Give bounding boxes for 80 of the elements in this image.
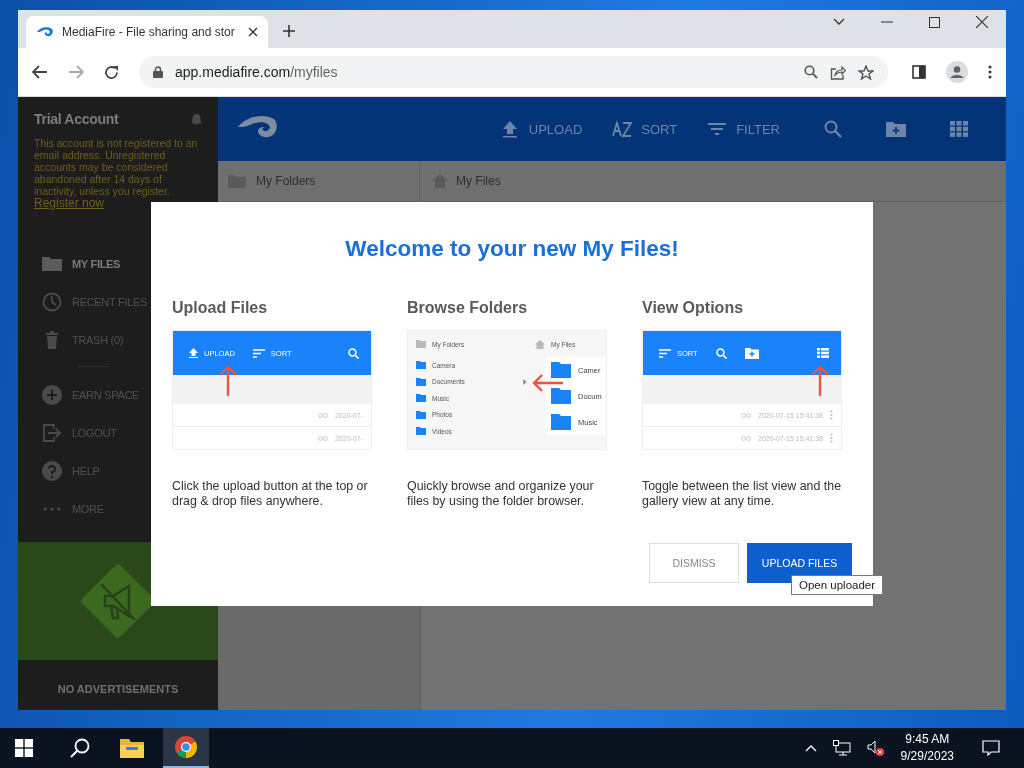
toolbar-button[interactable]: SORT (612, 120, 678, 138)
folder-icon (551, 362, 571, 378)
back-icon[interactable] (32, 65, 48, 79)
maximize-icon[interactable] (929, 16, 940, 28)
new-folder-icon (744, 347, 759, 359)
lock-icon (153, 66, 163, 78)
profile-icon[interactable] (946, 61, 968, 83)
help-icon (42, 461, 62, 481)
address-bar[interactable]: app.mediafire.com/myfiles (139, 56, 888, 88)
kebab-icon (830, 410, 833, 420)
search-icon (348, 347, 359, 359)
folder-icon (416, 340, 426, 348)
network-icon[interactable] (832, 740, 851, 756)
tooltip: Open uploader (791, 575, 884, 595)
browser-tab[interactable]: MediaFire - File sharing and stor (26, 16, 268, 48)
search-icon[interactable] (70, 738, 90, 758)
section-description: Quickly browse and organize your files by using the folder browser. (407, 479, 595, 509)
sort-icon (612, 120, 633, 138)
sort-icon (659, 348, 671, 358)
new-tab-icon[interactable] (282, 24, 296, 38)
flame-icon (36, 26, 54, 38)
arrow-icon (811, 365, 829, 397)
menu-icon[interactable] (988, 65, 992, 79)
account-notice: This account is not registered to an email address. Unregistered accounts may be considered abandoned after 14 days of inactivity, unless you register. Register now (34, 137, 199, 209)
logout-icon (42, 423, 62, 443)
link-icon (317, 412, 328, 418)
dialog-title: Welcome to your new My Files! (344, 236, 680, 262)
arrow-icon (532, 374, 564, 392)
upload-icon (189, 348, 198, 358)
link-icon (317, 435, 328, 441)
taskbar-button[interactable] (163, 728, 209, 768)
search-icon[interactable] (804, 65, 818, 79)
chevron-right-icon (523, 378, 527, 385)
link-icon (741, 412, 751, 418)
reload-icon[interactable] (104, 64, 119, 80)
side-panel-icon[interactable] (912, 65, 926, 79)
dismiss-button[interactable]: DISMISS (649, 543, 739, 583)
folder-icon (551, 414, 571, 430)
clock-time[interactable]: 9:45 AM (905, 731, 950, 748)
close-icon[interactable] (248, 27, 258, 37)
kebab-icon (830, 433, 833, 443)
grid-icon[interactable] (950, 121, 968, 137)
toolbar-button[interactable]: FILTER (707, 120, 780, 138)
folder-icon (42, 254, 62, 274)
dots-icon (42, 507, 62, 511)
promo-caption: NO ADVERTISEMENTS (56, 683, 180, 695)
section-heading: Browse Folders (407, 299, 529, 317)
section-description: Toggle between the list view and the gallery view at any time. (642, 479, 843, 509)
close-icon[interactable] (976, 16, 988, 28)
home-icon (535, 339, 545, 349)
sort-icon (252, 348, 265, 358)
link-icon (741, 435, 751, 441)
toolbar-button[interactable]: UPLOAD (499, 120, 583, 138)
tab-title: MediaFire - File sharing and stor (62, 25, 236, 39)
star-icon[interactable] (858, 64, 874, 80)
folder-icon[interactable] (120, 738, 144, 758)
notification-icon[interactable] (982, 740, 1000, 756)
sidebar-item[interactable]: MY FILES (18, 245, 150, 283)
section-description: Click the upload button at the top or drag & drop files anywhere. (172, 479, 369, 509)
share-icon[interactable] (830, 64, 846, 80)
arrow-icon (219, 365, 237, 397)
section-heading: View Options (642, 299, 745, 317)
section-heading: Upload Files (172, 299, 269, 317)
speaker-muted-icon[interactable] (866, 740, 885, 756)
folders-title: My Folders (256, 174, 316, 188)
plus-icon (42, 385, 62, 405)
list-icon (817, 348, 829, 358)
filter-icon (707, 120, 728, 138)
windows-icon[interactable] (15, 739, 33, 757)
register-link[interactable]: Register now (34, 196, 105, 210)
new-folder-icon[interactable] (886, 121, 906, 137)
folder-icon (551, 388, 571, 404)
search-icon (715, 347, 727, 359)
chrome-icon (174, 735, 198, 759)
chevron-up-icon[interactable] (804, 744, 817, 752)
clock-icon (42, 292, 62, 312)
account-name: Trial Account (34, 111, 119, 127)
clock-date[interactable]: 9/29/2023 (900, 748, 954, 765)
chevron-down-icon[interactable] (833, 18, 845, 26)
breadcrumb-link[interactable]: My Files (456, 174, 501, 188)
